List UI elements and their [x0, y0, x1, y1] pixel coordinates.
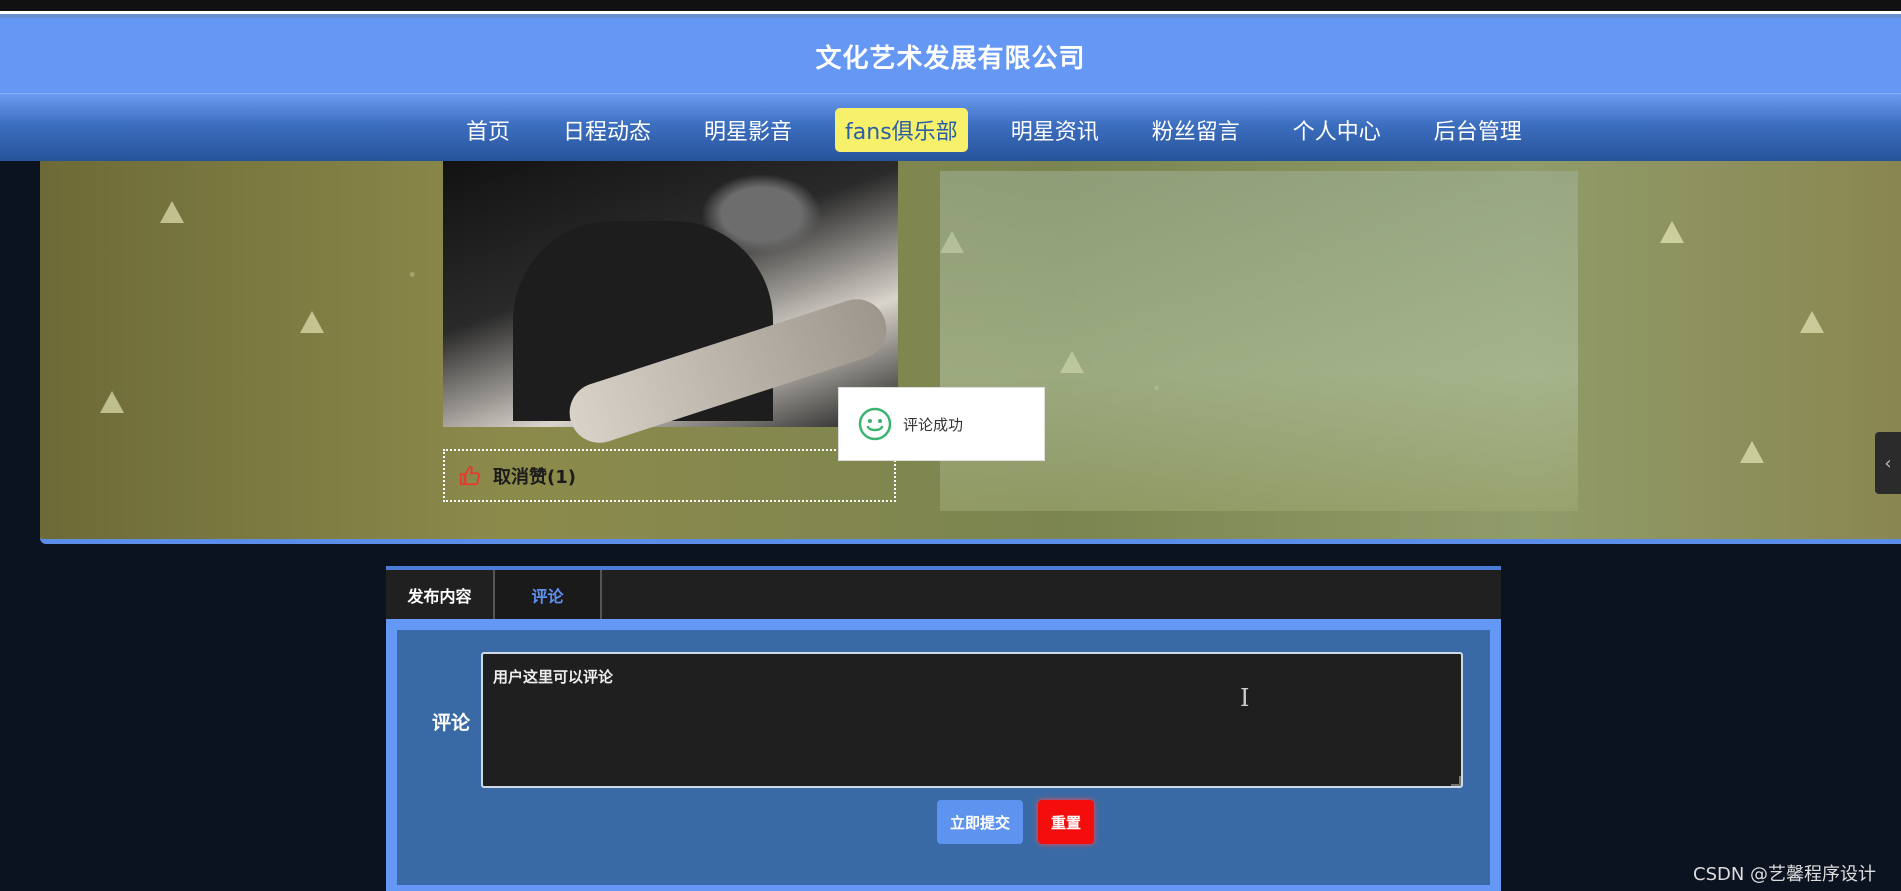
- comment-panel: 发布内容 评论 评论 用户这里可以评论 立即提交 重置: [386, 566, 1501, 891]
- title-bar: 文化艺术发展有限公司: [0, 18, 1901, 94]
- browser-top-strip: [0, 0, 1901, 18]
- thumbs-up-icon: [459, 465, 480, 485]
- post-photo: [443, 161, 898, 451]
- toast-message: 评论成功: [903, 415, 964, 434]
- nav-item-schedule[interactable]: 日程动态: [553, 108, 661, 152]
- submit-button[interactable]: 立即提交: [937, 800, 1023, 844]
- side-collapse-tab[interactable]: ‹: [1875, 432, 1901, 494]
- panel-tabs: 发布内容 评论: [386, 566, 1501, 619]
- text-cursor-icon: I: [1240, 684, 1250, 712]
- nav-item-profile[interactable]: 个人中心: [1283, 108, 1391, 152]
- success-toast: 评论成功: [838, 387, 1045, 461]
- nav-item-fans-club[interactable]: fans俱乐部: [835, 108, 968, 152]
- comment-form-area: 评论 用户这里可以评论 立即提交 重置: [386, 619, 1501, 891]
- nav-item-home[interactable]: 首页: [456, 108, 520, 152]
- smile-icon: [858, 407, 892, 441]
- comment-textarea[interactable]: 用户这里可以评论: [481, 652, 1463, 788]
- nav-item-admin[interactable]: 后台管理: [1424, 108, 1532, 152]
- nav-item-news[interactable]: 明星资讯: [1001, 108, 1109, 152]
- comment-form: 评论 用户这里可以评论 立即提交 重置: [397, 630, 1490, 885]
- tab-comment[interactable]: 评论: [495, 570, 602, 619]
- watermark: CSDN @艺馨程序设计: [1693, 864, 1877, 885]
- nav-item-messages[interactable]: 粉丝留言: [1142, 108, 1250, 152]
- unlike-label: 取消赞(1): [493, 466, 576, 488]
- main-nav: 首页 日程动态 明星影音 fans俱乐部 明星资讯 粉丝留言 个人中心 后台管理: [0, 94, 1901, 161]
- site-title: 文化艺术发展有限公司: [815, 44, 1086, 74]
- textarea-resize-handle[interactable]: [1451, 776, 1461, 786]
- tab-publish-content[interactable]: 发布内容: [386, 570, 495, 619]
- nav-item-media[interactable]: 明星影音: [694, 108, 802, 152]
- nav-list: 首页 日程动态 明星影音 fans俱乐部 明星资讯 粉丝留言 个人中心 后台管理: [456, 108, 1565, 152]
- comment-field-label: 评论: [432, 712, 471, 734]
- unlike-button[interactable]: 取消赞(1): [443, 449, 896, 502]
- reset-button[interactable]: 重置: [1038, 800, 1094, 844]
- hero-background: [40, 161, 1901, 544]
